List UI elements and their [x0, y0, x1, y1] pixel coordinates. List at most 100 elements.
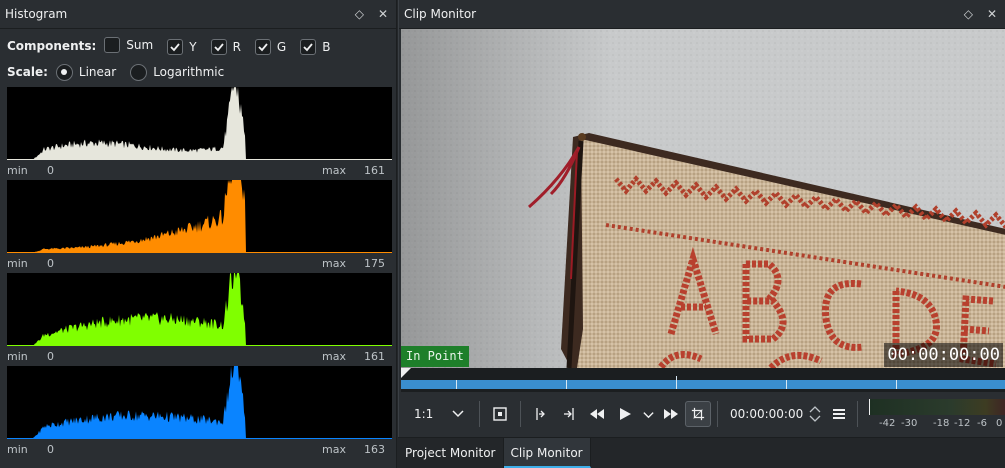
- audio-level-meter: -42 -30 -18 -12 -6 0: [869, 399, 1005, 431]
- set-out-point-button[interactable]: [557, 402, 581, 426]
- component-checkbox-r[interactable]: R: [210, 38, 241, 55]
- toolbar-separator: [717, 401, 718, 427]
- float-icon[interactable]: ◇: [964, 0, 973, 29]
- histogram-max-label: max: [322, 164, 346, 177]
- component-checkbox-y[interactable]: Y: [167, 38, 197, 55]
- close-icon[interactable]: ✕: [378, 0, 388, 29]
- timecode-spinner[interactable]: [809, 405, 821, 423]
- component-label: Y: [189, 39, 197, 54]
- ruler-tick: [896, 380, 897, 389]
- histogram-max-value: 161: [364, 164, 385, 177]
- radio-empty-icon[interactable]: [130, 63, 148, 81]
- play-options-button[interactable]: [641, 402, 655, 426]
- playhead-icon[interactable]: [401, 368, 411, 378]
- histogram-axis-b: min 0 max 163: [7, 440, 392, 460]
- components-row: Components: Sum Y R G B: [7, 35, 344, 57]
- histogram-axis-g: min 0 max 161: [7, 347, 392, 367]
- checkmark-icon[interactable]: [254, 38, 271, 55]
- close-icon[interactable]: ✕: [987, 0, 997, 29]
- histogram-max-value: 161: [364, 350, 385, 363]
- tab-clip-monitor[interactable]: Clip Monitor: [503, 438, 591, 468]
- histogram-title: Histogram: [5, 7, 68, 21]
- overlay-timecode: 00:00:00:00: [884, 343, 1003, 367]
- audio-scale-label: -12: [954, 418, 971, 429]
- histogram-min-value: 0: [47, 164, 54, 177]
- rewind-icon: [590, 409, 604, 419]
- set-in-point-button[interactable]: [529, 402, 553, 426]
- component-checkbox-sum[interactable]: Sum: [104, 36, 154, 53]
- toolbar-separator: [857, 401, 859, 427]
- play-icon: [620, 408, 631, 420]
- crop-button[interactable]: [685, 401, 711, 427]
- scale-label-text: Logarithmic: [153, 65, 225, 79]
- rewind-button[interactable]: [585, 402, 609, 426]
- audio-scale-label: -30: [901, 418, 918, 429]
- histogram-max-label: max: [322, 350, 346, 363]
- chevron-up-icon[interactable]: [809, 405, 821, 414]
- fit-zone-button[interactable]: [488, 402, 512, 426]
- timeline-ruler[interactable]: [401, 368, 1005, 392]
- tab-project-monitor[interactable]: Project Monitor: [398, 438, 504, 468]
- chevron-down-icon: [452, 410, 464, 418]
- toolbar-separator: [479, 401, 480, 427]
- in-point-marker: In Point: [401, 346, 469, 367]
- ruler-tick: [566, 380, 567, 389]
- clip-monitor-title: Clip Monitor: [404, 7, 477, 21]
- histogram-graph-b: [7, 366, 392, 439]
- ruler-track[interactable]: [401, 380, 1005, 389]
- histogram-title-bar: Histogram ◇ ✕: [0, 0, 396, 29]
- forward-button[interactable]: [659, 402, 683, 426]
- chevron-down-icon[interactable]: [809, 414, 821, 423]
- clip-monitor-title-bar: Clip Monitor ◇ ✕: [399, 0, 1005, 29]
- checkbox-empty[interactable]: [104, 36, 121, 53]
- audio-scale-label: -18: [933, 418, 950, 429]
- histogram-min-value: 0: [47, 350, 54, 363]
- zoom-value: 1:1: [414, 407, 434, 421]
- histogram-fill-y: [7, 87, 392, 160]
- histogram-max-label: max: [322, 443, 346, 456]
- histogram-min-label: min: [7, 164, 28, 177]
- float-icon[interactable]: ◇: [355, 0, 364, 29]
- histogram-fill-r: [7, 180, 392, 253]
- histogram-fill-g: [7, 273, 392, 346]
- scale-label: Scale:: [7, 65, 48, 79]
- scale-radio-linear[interactable]: Linear: [55, 63, 117, 81]
- crop-icon: [691, 407, 705, 421]
- components-label: Components:: [7, 39, 97, 53]
- checkmark-icon[interactable]: [300, 38, 317, 55]
- hamburger-menu-icon: [833, 409, 846, 419]
- scale-row: Scale: Linear Logarithmic: [7, 61, 238, 83]
- histogram-min-label: min: [7, 443, 28, 456]
- histogram-axis-y: min 0 max 161: [7, 161, 392, 181]
- clip-monitor-panel: Clip Monitor ◇ ✕ In Point 00:00:00:00 1:…: [398, 0, 1005, 437]
- scale-label-text: Linear: [78, 65, 117, 79]
- histogram-min-label: min: [7, 257, 28, 270]
- component-label: B: [322, 39, 331, 54]
- component-checkbox-g[interactable]: G: [254, 38, 287, 55]
- monitor-toolbar: 1:1 00:00:00:00 -42 -30 -18 -12 -6 0: [401, 395, 1005, 433]
- in-point-icon: [536, 408, 545, 420]
- histogram-axis-r: min 0 max 175: [7, 254, 392, 274]
- audio-scale-label: -6: [977, 418, 987, 429]
- histogram-max-value: 163: [364, 443, 385, 456]
- checkmark-icon[interactable]: [167, 38, 184, 55]
- ruler-tick: [786, 380, 787, 389]
- menu-button[interactable]: [827, 402, 851, 426]
- toolbar-separator: [520, 401, 521, 427]
- out-point-icon: [564, 408, 574, 420]
- fit-zone-icon: [493, 407, 507, 421]
- component-label: Sum: [126, 37, 154, 52]
- ruler-tick: [676, 376, 677, 389]
- video-preview[interactable]: [401, 29, 1005, 368]
- checkmark-icon[interactable]: [210, 38, 227, 55]
- timecode-field[interactable]: 00:00:00:00: [730, 407, 803, 421]
- histogram-max-value: 175: [364, 257, 385, 270]
- play-button[interactable]: [613, 402, 637, 426]
- radio-selected-icon[interactable]: [55, 63, 73, 81]
- component-label: G: [276, 39, 287, 54]
- histogram-graph-r: [7, 180, 392, 253]
- zoom-select[interactable]: 1:1: [401, 401, 473, 427]
- monitor-tabs: Project Monitor Clip Monitor: [398, 437, 1005, 468]
- scale-radio-logarithmic[interactable]: Logarithmic: [130, 63, 225, 81]
- component-checkbox-b[interactable]: B: [300, 38, 331, 55]
